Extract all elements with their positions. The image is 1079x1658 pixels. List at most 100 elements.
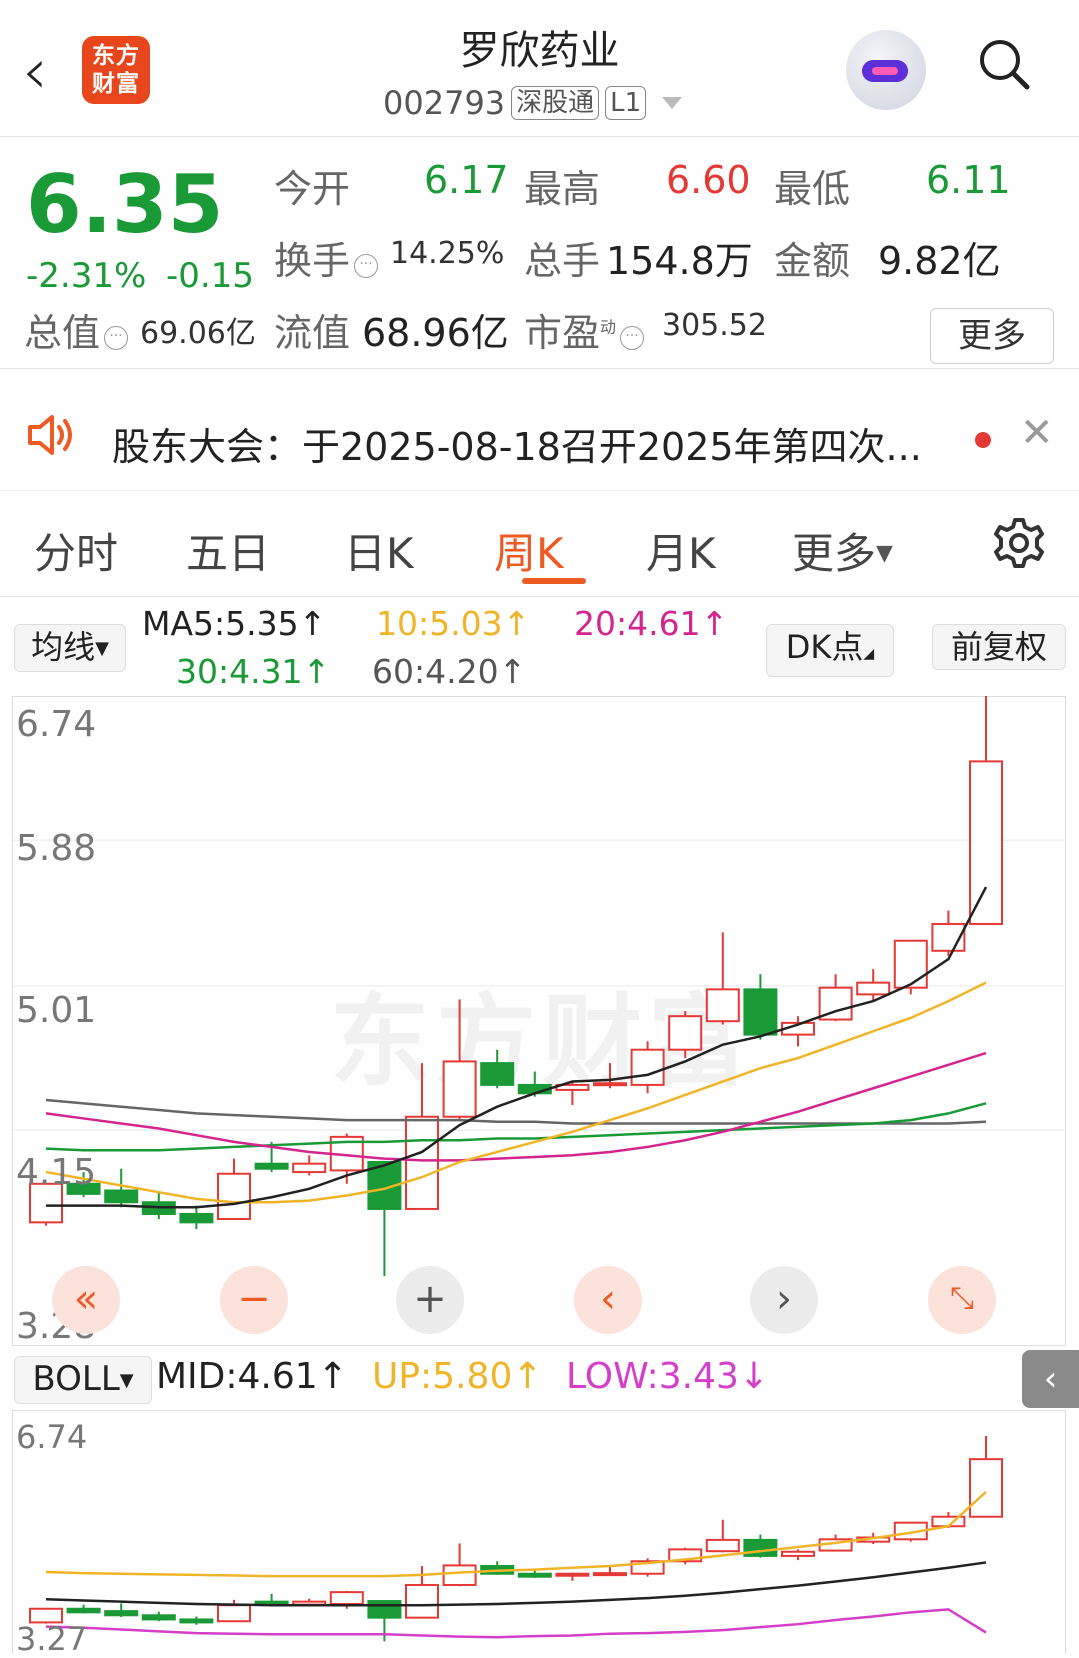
divider — [0, 596, 1079, 597]
high-value: 6.60 — [666, 158, 751, 202]
y-tick-label: 5.88 — [16, 828, 97, 869]
speaker-icon — [28, 415, 72, 455]
boll-selector[interactable]: BOLL▼ — [14, 1356, 152, 1404]
candle-up — [405, 1584, 439, 1619]
chevron-down-icon[interactable] — [662, 97, 683, 109]
ma60-value: 60:4.20↑ — [372, 652, 527, 691]
candle-up — [593, 1082, 627, 1087]
last-price: 6.35 — [26, 158, 224, 251]
collapse-panel-icon[interactable]: ‹ — [1022, 1350, 1079, 1408]
candle-up — [555, 1572, 590, 1577]
info-icon[interactable]: ··· — [620, 326, 645, 350]
zoom-out-icon[interactable]: − — [220, 1266, 288, 1334]
candle-up — [893, 939, 928, 989]
rewind-icon[interactable]: « — [52, 1266, 120, 1334]
ma20-value: 20:4.61↑ — [574, 604, 729, 643]
boll-up: UP:5.80↑ — [372, 1356, 543, 1397]
tab-day-k[interactable]: 日K — [344, 520, 414, 581]
candle-down — [254, 1162, 289, 1170]
chevron-down-icon: ▼ — [876, 541, 893, 566]
y-tick-label: 5.01 — [16, 990, 97, 1031]
mktcap-value: 69.06亿 — [140, 316, 256, 351]
dk-point-selector[interactable]: DK点◢ — [766, 624, 894, 677]
candle-down — [179, 1618, 214, 1624]
candle-down — [179, 1212, 214, 1224]
ma60-line — [45, 1098, 987, 1125]
turnover-value: 14.25% — [390, 236, 505, 271]
candle-up — [781, 1550, 815, 1557]
y-tick-label: 4.15 — [16, 1152, 97, 1193]
low-value: 6.11 — [926, 158, 1011, 202]
ma30-value: 30:4.31↑ — [176, 652, 331, 691]
boll-y-tick-label: 3.27 — [16, 1620, 88, 1658]
ma30-line — [45, 1102, 987, 1152]
candle-down — [104, 1189, 139, 1204]
tab-more[interactable]: 更多▼ — [792, 520, 893, 581]
pe-label[interactable]: 市盈动 ··· — [524, 302, 645, 357]
mktcap-label[interactable]: 总值 ··· — [24, 302, 129, 357]
candle-down — [104, 1610, 139, 1617]
candle-up — [593, 1572, 627, 1577]
more-quote-button[interactable]: 更多 — [930, 308, 1054, 364]
low-label: 最低 — [774, 167, 851, 211]
divider — [0, 368, 1079, 369]
boll-y-tick-label: 6.74 — [16, 1418, 88, 1456]
turnover-label[interactable]: 换手 ··· — [274, 230, 379, 285]
volume-value: 154.8万 — [606, 239, 753, 283]
stock-code-line[interactable]: 002793 深股通 L1 — [383, 84, 683, 122]
candle-up — [705, 988, 740, 1023]
candle-up — [292, 1162, 327, 1174]
candle-down — [66, 1607, 101, 1614]
search-icon[interactable] — [978, 38, 1030, 90]
candle-down — [141, 1614, 176, 1621]
zoom-in-icon[interactable]: + — [396, 1266, 464, 1334]
amount-value: 9.82亿 — [878, 239, 1001, 283]
prev-icon[interactable]: ‹ — [574, 1266, 642, 1334]
candle-up — [217, 1604, 251, 1623]
amount-label: 金额 — [774, 239, 851, 283]
close-icon[interactable]: ✕ — [1020, 410, 1054, 456]
chevron-down-icon: ▼ — [119, 1370, 134, 1391]
tab-week-k[interactable]: 周K — [494, 520, 564, 581]
gear-icon[interactable] — [992, 516, 1046, 570]
boll-chart[interactable] — [12, 1410, 1066, 1654]
change-amount: -0.15 — [166, 256, 254, 296]
candle-down — [480, 1062, 515, 1086]
pe-value: 305.52 — [662, 308, 767, 343]
kline-chart[interactable] — [12, 696, 1066, 1346]
tab-fenshi[interactable]: 分时 — [34, 520, 118, 581]
pe-superscript: 动 — [600, 317, 617, 337]
change-percent: -2.31% — [26, 256, 147, 296]
open-value: 6.17 — [424, 158, 509, 202]
high-label: 最高 — [524, 167, 601, 211]
adjust-selector[interactable]: 前复权 — [932, 624, 1066, 670]
ma20-line — [45, 1051, 987, 1162]
float-label: 流值 — [274, 311, 351, 355]
candle-down — [743, 988, 778, 1036]
indicator-selector[interactable]: 均线▼ — [14, 624, 126, 672]
candle-up — [405, 1115, 439, 1210]
float-value: 68.96亿 — [362, 311, 509, 355]
info-icon[interactable]: ··· — [354, 254, 379, 278]
unread-dot — [975, 432, 991, 448]
next-icon[interactable]: › — [750, 1266, 818, 1334]
chevron-down-icon: ▼ — [95, 638, 109, 659]
fullscreen-icon[interactable]: ⤡ — [928, 1266, 996, 1334]
info-icon[interactable]: ··· — [104, 326, 129, 350]
boll-up-line — [45, 1490, 987, 1578]
candle-up — [217, 1172, 251, 1221]
corner-triangle-icon: ◢ — [863, 646, 875, 662]
candle-up — [329, 1591, 364, 1606]
candle-down — [254, 1600, 289, 1605]
tab-wuri[interactable]: 五日 — [186, 520, 270, 581]
active-tab-indicator — [522, 578, 586, 584]
tab-month-k[interactable]: 月K — [646, 520, 716, 581]
candle-down — [367, 1600, 402, 1619]
robot-assistant-icon[interactable] — [846, 30, 926, 110]
candle-up — [630, 1048, 665, 1086]
notice-text[interactable]: 股东大会：于2025-08-18召开2025年第四次... — [112, 416, 922, 471]
ma5-value: MA5:5.35↑ — [142, 604, 327, 643]
candle-up — [969, 760, 1003, 925]
open-label: 今开 — [274, 167, 351, 211]
boll-low: LOW:3.43↓ — [566, 1356, 770, 1397]
